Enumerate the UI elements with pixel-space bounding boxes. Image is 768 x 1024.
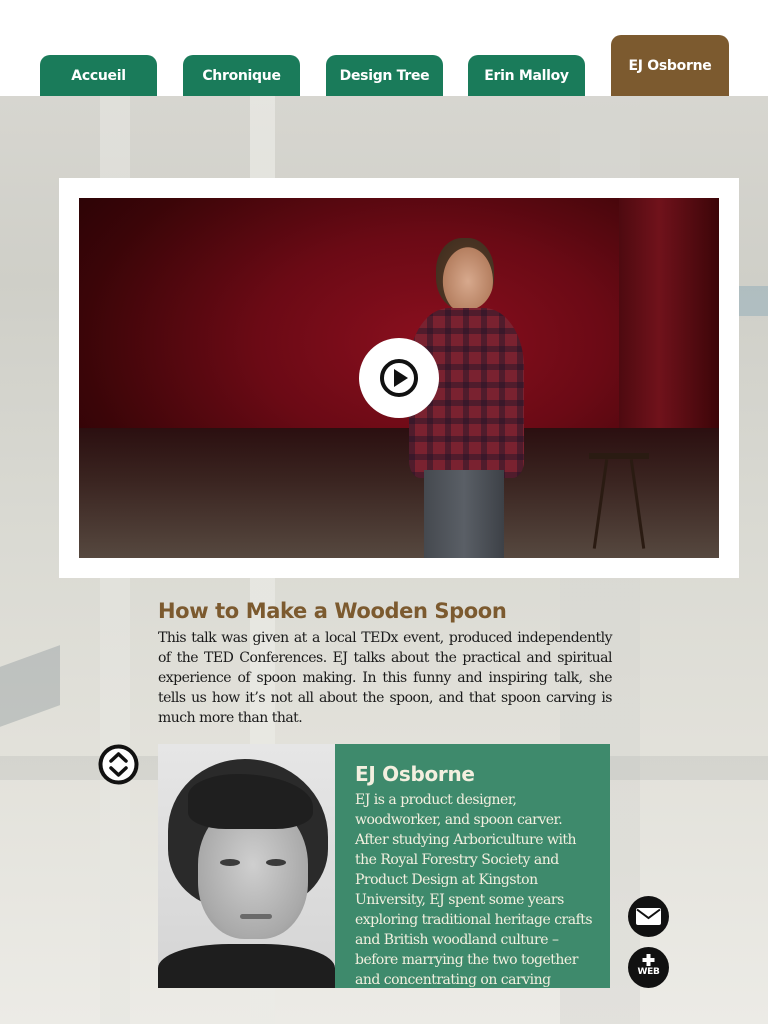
- tab-label: Design Tree: [339, 67, 430, 84]
- bio-name: EJ Osborne: [355, 762, 475, 786]
- video-frame: [59, 178, 739, 578]
- tab-erin-malloy[interactable]: Erin Malloy: [468, 55, 585, 96]
- tab-ej-osborne[interactable]: EJ Osborne: [611, 35, 729, 96]
- speaker-legs: [424, 470, 504, 558]
- speaker-head: [436, 238, 494, 310]
- tab-design-tree[interactable]: Design Tree: [326, 55, 443, 96]
- video-stool: [589, 453, 649, 558]
- web-label: WEB: [637, 967, 660, 977]
- portrait-mouth: [240, 914, 272, 919]
- bio-panel[interactable]: EJ Osborne EJ is a product designer, woo…: [335, 744, 610, 988]
- tab-label: Chronique: [202, 67, 281, 84]
- talk-title: How to Make a Wooden Spoon: [158, 599, 507, 623]
- bio-text: EJ is a product designer, woodworker, an…: [355, 792, 593, 988]
- portrait-shirt: [158, 944, 335, 988]
- bio-portrait: [158, 744, 335, 988]
- background-detail: [0, 645, 60, 727]
- web-button[interactable]: WEB: [628, 947, 669, 988]
- portrait-eye: [220, 859, 240, 866]
- portrait-eye: [266, 859, 286, 866]
- video-player[interactable]: [79, 198, 719, 558]
- envelope-icon: [636, 908, 661, 925]
- up-down-chevron-icon[interactable]: [98, 744, 139, 785]
- tab-label: Erin Malloy: [484, 67, 569, 84]
- tab-label: Accueil: [71, 67, 126, 84]
- talk-description: This talk was given at a local TEDx even…: [158, 630, 613, 726]
- tab-label: EJ Osborne: [628, 58, 712, 74]
- tab-chronique[interactable]: Chronique: [183, 55, 300, 96]
- tab-accueil[interactable]: Accueil: [40, 55, 157, 96]
- email-button[interactable]: [628, 896, 669, 937]
- play-button[interactable]: [359, 338, 439, 418]
- play-circle-icon: [380, 359, 418, 397]
